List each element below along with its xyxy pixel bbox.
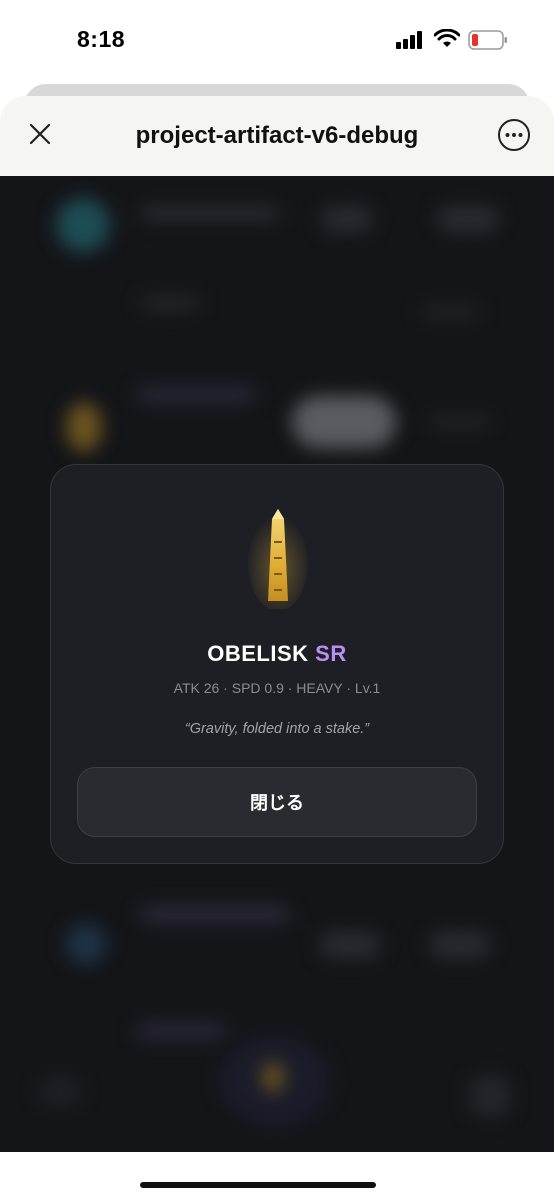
home-indicator[interactable]: [140, 1182, 376, 1188]
page-title: project-artifact-v6-debug: [135, 122, 419, 149]
close-modal-button[interactable]: 閉じる: [77, 767, 477, 837]
battery-icon: [468, 30, 507, 50]
artifact-stats: ATK 26 · SPD 0.9 · HEAVY · Lv.1: [173, 680, 381, 696]
artifact-detail-modal: OBELISK SR ATK 26 · SPD 0.9 · HEAVY · Lv…: [50, 464, 504, 864]
sheet-header: project-artifact-v6-debug: [0, 96, 554, 176]
rarity-badge: SR: [315, 641, 347, 666]
obelisk-icon: [248, 509, 308, 609]
artifact-quote: “Gravity, folded into a stake.”: [184, 721, 370, 737]
artifact-name-text: OBELISK: [207, 641, 309, 666]
artifact-name: OBELISK SR: [51, 641, 503, 667]
wifi-icon: [434, 29, 460, 47]
more-icon[interactable]: [497, 118, 531, 152]
status-time: 8:18: [77, 26, 126, 52]
status-bar: 8:18: [0, 0, 554, 84]
cellular-signal-icon: [396, 31, 422, 49]
bottom-safe-area: [0, 1152, 554, 1200]
